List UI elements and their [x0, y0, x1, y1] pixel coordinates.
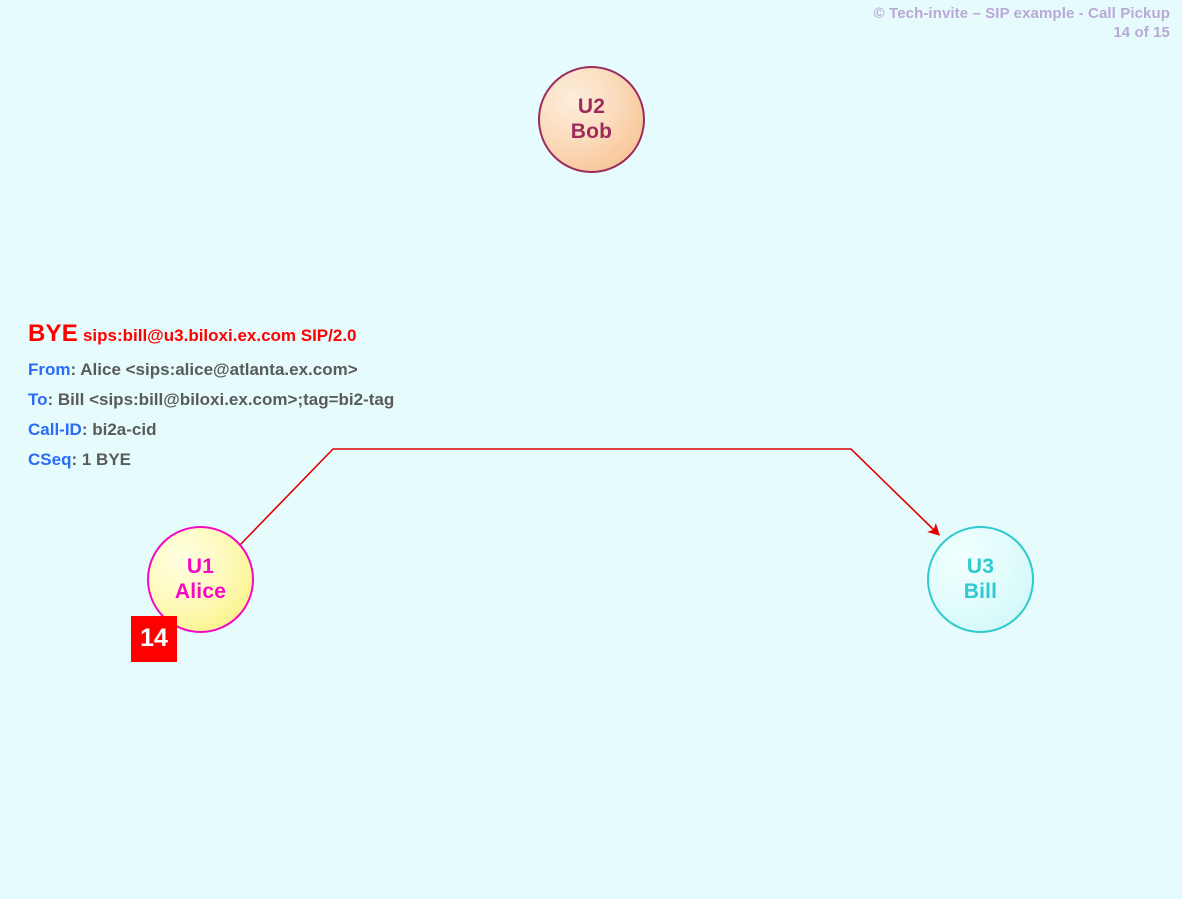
sip-header-to: To: Bill <sips:bill@biloxi.ex.com>;tag=b… [28, 385, 394, 415]
sip-method: BYE [28, 320, 78, 347]
credit-block: © Tech-invite – SIP example - Call Picku… [874, 4, 1170, 42]
credit-title: © Tech-invite – SIP example - Call Picku… [873, 5, 1170, 22]
sip-request-line: BYE sips:bill@u3.biloxi.ex.com SIP/2.0 [28, 322, 394, 349]
sip-header-name-cseq: CSeq [28, 450, 72, 469]
participant-id-alice: U1 [186, 555, 215, 579]
sip-header-value-cseq: 1 BYE [81, 450, 131, 469]
sip-header-call-id: Call-ID: bi2a-cid [28, 415, 394, 445]
participant-node-bill[interactable]: U3 Bill [927, 526, 1034, 633]
participant-id-bill: U3 [966, 555, 995, 579]
sip-call-flow-diagram: © Tech-invite – SIP example - Call Picku… [0, 0, 1182, 899]
participant-name-bob: Bob [570, 119, 613, 143]
sip-request-uri: sips:bill@u3.biloxi.ex.com SIP/2.0 [82, 326, 357, 345]
participant-node-bob[interactable]: U2 Bob [538, 66, 645, 173]
participant-name-bill: Bill [963, 579, 998, 603]
sip-header-name-from: From [28, 360, 71, 379]
sip-header-sep-cseq: : [71, 450, 82, 469]
step-number-badge: 14 [131, 616, 177, 662]
sip-header-from: From: Alice <sips:alice@atlanta.ex.com> [28, 355, 394, 385]
sip-header-value-to: Bill <sips:bill@biloxi.ex.com>;tag=bi2-t… [57, 390, 395, 409]
sip-header-sep-call-id: : [81, 420, 93, 439]
sip-header-name-call-id: Call-ID [28, 420, 82, 439]
sip-header-value-from: Alice <sips:alice@atlanta.ex.com> [80, 360, 358, 379]
sip-header-name-to: To [28, 390, 48, 409]
sip-header-cseq: CSeq: 1 BYE [28, 445, 394, 475]
sip-header-sep-to: : [47, 390, 58, 409]
sip-header-sep-from: : [70, 360, 81, 379]
participant-id-bob: U2 [577, 95, 606, 119]
participant-name-alice: Alice [174, 579, 227, 603]
sip-header-value-call-id: bi2a-cid [92, 420, 157, 439]
page-counter: 14 of 15 [1113, 24, 1170, 41]
sip-message-block: BYE sips:bill@u3.biloxi.ex.com SIP/2.0 Fr… [28, 322, 394, 475]
